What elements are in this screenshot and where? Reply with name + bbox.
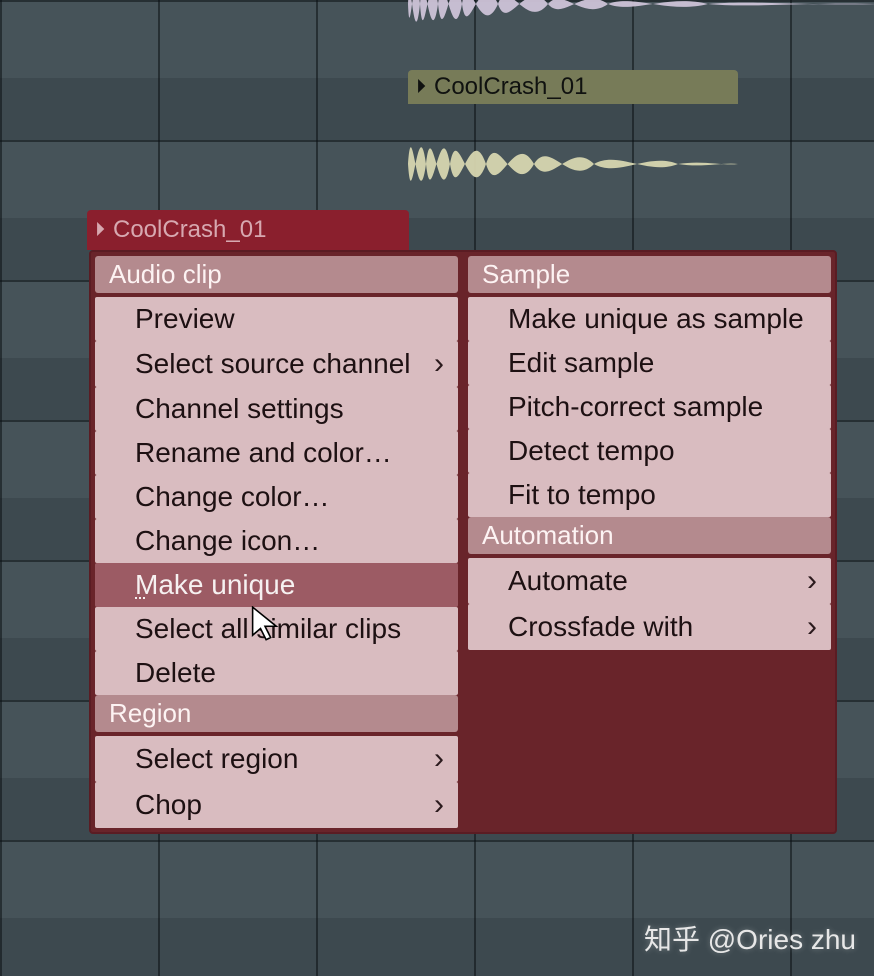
clip-header[interactable]: ⏵ CoolCrash_01 — [408, 70, 738, 104]
waveform — [408, 104, 738, 224]
menu-item-chop[interactable]: Chop › — [95, 782, 458, 828]
menu-item-select-source-channel[interactable]: Select source channel › — [95, 341, 458, 387]
section-header-audio-clip: Audio clip — [95, 256, 458, 293]
menu-item-label: Crossfade with — [508, 611, 693, 643]
chevron-right-icon: › — [434, 788, 444, 822]
audio-clip-a[interactable] — [408, 0, 874, 44]
menu-item-select-region[interactable]: Select region › — [95, 736, 458, 782]
menu-item-label: Change color… — [135, 481, 330, 513]
watermark: 知乎 @Ories zhu — [644, 918, 856, 958]
audio-clip-c[interactable]: ⏵ CoolCrash_01 — [87, 210, 409, 250]
clip-header[interactable]: ⏵ CoolCrash_01 — [87, 210, 409, 250]
section-header-automation: Automation — [468, 517, 831, 554]
menu-item-label: Select source channel — [135, 348, 411, 380]
chevron-right-icon: › — [807, 564, 817, 598]
menu-item-pitch-correct-sample[interactable]: Pitch-correct sample — [468, 385, 831, 429]
menu-item-channel-settings[interactable]: Channel settings — [95, 387, 458, 431]
chevron-right-icon: › — [434, 742, 444, 776]
section-header-sample: Sample — [468, 256, 831, 293]
menu-item-label: Preview — [135, 303, 235, 335]
clip-name: CoolCrash_01 — [434, 73, 587, 101]
chevron-right-icon: › — [807, 610, 817, 644]
menu-item-rename-and-color[interactable]: Rename and color… — [95, 431, 458, 475]
menu-item-change-icon[interactable]: Change icon… — [95, 519, 458, 563]
clip-name: CoolCrash_01 — [113, 216, 266, 244]
menu-item-label: Select region — [135, 743, 298, 775]
menu-item-detect-tempo[interactable]: Detect tempo — [468, 429, 831, 473]
menu-item-label: Detect tempo — [508, 435, 675, 467]
menu-item-crossfade-with[interactable]: Crossfade with › — [468, 604, 831, 650]
menu-item-label: Rename and color… — [135, 437, 392, 469]
menu-item-label: Delete — [135, 657, 216, 689]
menu-item-label: Fit to tempo — [508, 479, 656, 511]
menu-right-column: Sample Make unique as sample Edit sample… — [468, 256, 831, 828]
menu-item-edit-sample[interactable]: Edit sample — [468, 341, 831, 385]
menu-item-label: Change icon… — [135, 525, 320, 557]
menu-item-label: Chop — [135, 789, 202, 821]
menu-item-label: Automate — [508, 565, 628, 597]
menu-item-delete[interactable]: Delete — [95, 651, 458, 695]
menu-item-label: Make unique — [135, 569, 295, 601]
play-icon: ⏵ — [95, 220, 105, 240]
audio-clip-b[interactable]: ⏵ CoolCrash_01 — [408, 70, 738, 224]
menu-item-change-color[interactable]: Change color… — [95, 475, 458, 519]
menu-left-column: Audio clip Preview Select source channel… — [95, 256, 458, 828]
menu-item-automate[interactable]: Automate › — [468, 558, 831, 604]
menu-item-label: Make unique as sample — [508, 303, 804, 335]
play-icon: ⏵ — [416, 77, 426, 97]
chevron-right-icon: › — [434, 347, 444, 381]
menu-item-make-unique-as-sample[interactable]: Make unique as sample — [468, 297, 831, 341]
menu-item-make-unique[interactable]: Make unique — [95, 563, 458, 607]
menu-item-label: Select all similar clips — [135, 613, 401, 645]
context-menu: Audio clip Preview Select source channel… — [89, 250, 837, 834]
menu-item-fit-to-tempo[interactable]: Fit to tempo — [468, 473, 831, 517]
menu-item-select-all-similar-clips[interactable]: Select all similar clips — [95, 607, 458, 651]
section-header-region: Region — [95, 695, 458, 732]
waveform — [408, 0, 874, 44]
menu-item-label: Pitch-correct sample — [508, 391, 763, 423]
menu-item-label: Edit sample — [508, 347, 654, 379]
menu-item-preview[interactable]: Preview — [95, 297, 458, 341]
menu-item-label: Channel settings — [135, 393, 344, 425]
